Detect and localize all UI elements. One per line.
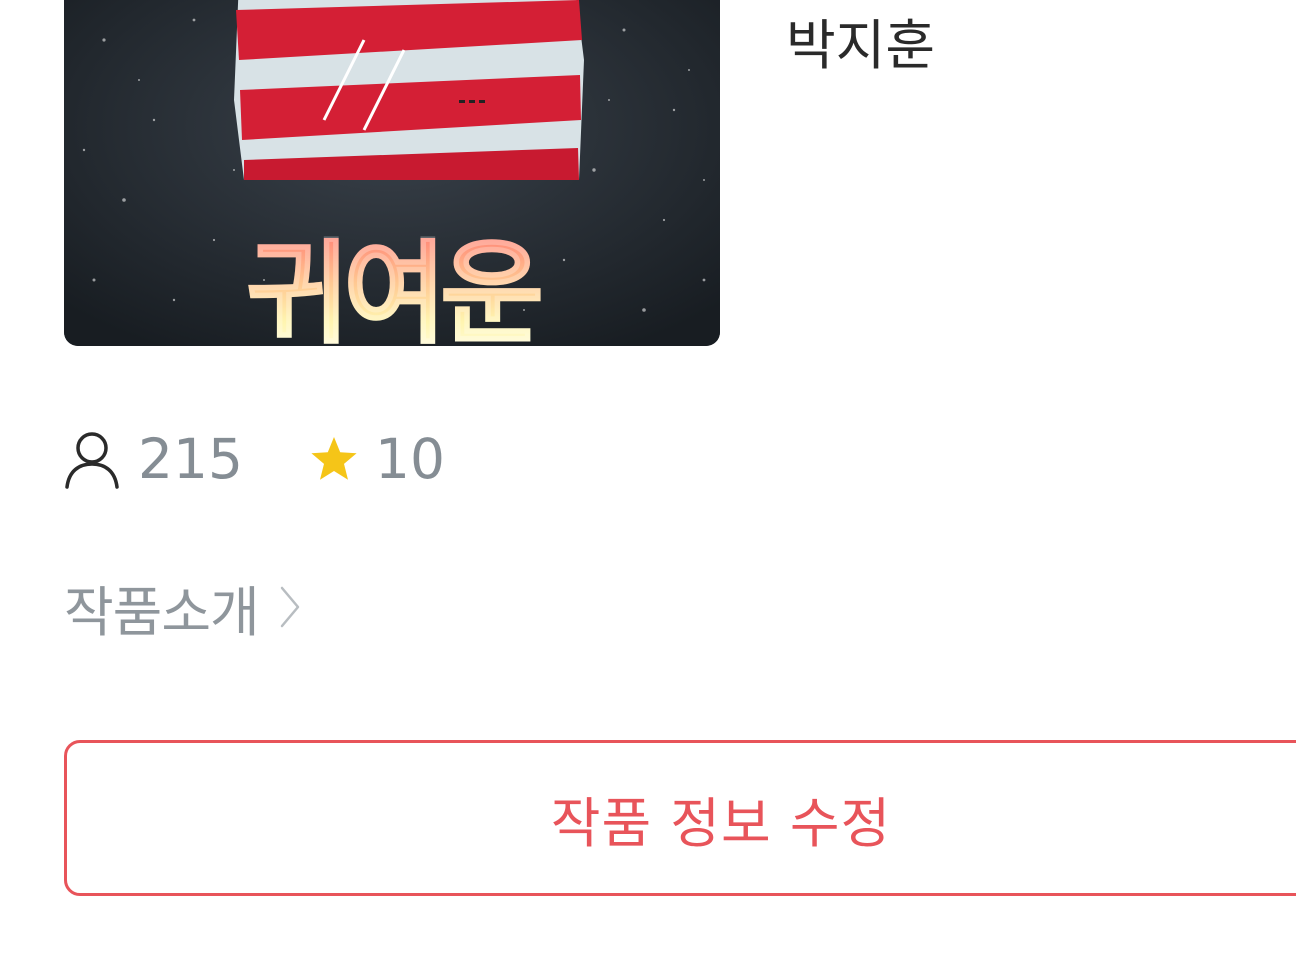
cover-image: 귀여운: [64, 0, 720, 346]
work-intro-link[interactable]: 작품소개: [64, 572, 301, 644]
readers-stat: 215: [64, 429, 243, 489]
edit-work-info-button[interactable]: 작품 정보 수정: [64, 740, 1296, 896]
cover-title-art: 귀여운: [64, 237, 720, 346]
author-name: 박지훈: [786, 14, 936, 77]
rating-stat: 10: [309, 426, 445, 491]
readers-count: 215: [138, 426, 243, 491]
star-icon: [309, 435, 359, 483]
stats-row: 215 10: [64, 424, 445, 494]
work-detail-page: 귀여운 박지훈 215 10 작품소개 작품 정보 수정: [0, 0, 1296, 972]
chevron-right-icon: [279, 585, 301, 629]
rating-value: 10: [374, 426, 445, 491]
edit-work-info-label: 작품 정보 수정: [550, 791, 892, 855]
person-icon: [64, 429, 120, 489]
work-intro-label: 작품소개: [64, 580, 260, 644]
